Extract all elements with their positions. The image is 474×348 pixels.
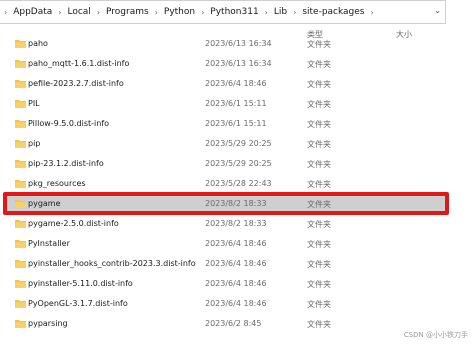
breadcrumb-item[interactable]: Local	[65, 7, 92, 17]
folder-icon	[15, 80, 26, 88]
file-date: 2023/6/4 18:46	[205, 239, 267, 248]
file-row[interactable]: PyInstaller 2023/6/4 18:46 文件夹	[0, 234, 474, 254]
file-date: 2023/5/29 20:25	[205, 139, 272, 148]
breadcrumb-item[interactable]: Lib	[272, 7, 289, 17]
file-row[interactable]: pip-23.1.2.dist-info 2023/5/29 20:25 文件夹	[0, 154, 474, 174]
file-name[interactable]: PyOpenGL-3.1.7.dist-info	[28, 299, 128, 308]
file-type: 文件夹	[307, 220, 331, 229]
file-type: 文件夹	[307, 40, 331, 49]
file-row[interactable]: paho 2023/6/13 16:34 文件夹	[0, 34, 474, 54]
folder-icon	[15, 320, 26, 328]
selection-highlight-box	[3, 192, 449, 215]
file-name[interactable]: pyinstaller_hooks_contrib-2023.3.dist-in…	[28, 259, 196, 268]
file-date: 2023/6/1 15:11	[205, 99, 267, 108]
watermark: CSDN @小小铁刀手	[403, 331, 468, 339]
file-date: 2023/6/4 18:46	[205, 299, 267, 308]
folder-icon	[15, 140, 26, 148]
file-row[interactable]: PIL 2023/6/1 15:11 文件夹	[0, 94, 474, 114]
chevron-down-icon[interactable]: ⌄	[434, 6, 441, 15]
breadcrumb-item[interactable]: site-packages	[300, 7, 366, 17]
file-name[interactable]: pip	[28, 139, 40, 148]
chevron-right-icon[interactable]: ›	[151, 8, 162, 17]
file-row[interactable]: Pillow-9.5.0.dist-info 2023/6/1 15:11 文件夹	[0, 114, 474, 134]
file-row[interactable]: pyinstaller-5.11.0.dist-info 2023/6/4 18:…	[0, 274, 474, 294]
file-row[interactable]: pip 2023/5/29 20:25 文件夹	[0, 134, 474, 154]
file-row[interactable]: PyOpenGL-3.1.7.dist-info 2023/6/4 18:46 文件…	[0, 294, 474, 314]
file-type: 文件夹	[307, 300, 331, 309]
chevron-right-icon[interactable]: ›	[54, 8, 65, 17]
file-name[interactable]: paho	[28, 39, 48, 48]
file-name[interactable]: PyInstaller	[28, 239, 70, 248]
file-type: 文件夹	[307, 120, 331, 129]
file-row[interactable]: pkg_resources 2023/5/28 22:43 文件夹	[0, 174, 474, 194]
file-row[interactable]: pyinstaller_hooks_contrib-2023.3.dist-in…	[0, 254, 474, 274]
file-date: 2023/6/13 16:34	[205, 39, 272, 48]
file-type: 文件夹	[307, 160, 331, 169]
chevron-right-icon[interactable]: ›	[93, 8, 104, 17]
file-row[interactable]: pefile-2023.2.7.dist-info 2023/6/4 18:46 文…	[0, 74, 474, 94]
file-date: 2023/8/2 18:33	[205, 219, 267, 228]
file-name[interactable]: pkg_resources	[28, 179, 86, 188]
file-date: 2023/6/2 8:45	[205, 319, 262, 328]
file-name[interactable]: pyinstaller-5.11.0.dist-info	[28, 279, 133, 288]
folder-icon	[15, 300, 26, 308]
file-type: 文件夹	[307, 180, 331, 189]
file-date: 2023/6/4 18:46	[205, 79, 267, 88]
file-type: 文件夹	[307, 320, 331, 329]
chevron-right-icon[interactable]: ›	[367, 8, 378, 17]
file-date: 2023/5/28 22:43	[205, 179, 272, 188]
folder-icon	[15, 160, 26, 168]
chevron-right-icon[interactable]: ›	[289, 8, 300, 17]
file-name[interactable]: pygame-2.5.0.dist-info	[28, 219, 119, 228]
file-type: 文件夹	[307, 140, 331, 149]
file-name[interactable]: pefile-2023.2.7.dist-info	[28, 79, 124, 88]
file-date: 2023/6/13 16:34	[205, 59, 272, 68]
chevron-right-icon[interactable]: ›	[261, 8, 272, 17]
file-name[interactable]: paho_mqtt-1.6.1.dist-info	[28, 59, 129, 68]
file-date: 2023/5/29 20:25	[205, 159, 272, 168]
file-type: 文件夹	[307, 60, 331, 69]
breadcrumb-item[interactable]: Python	[162, 7, 197, 17]
folder-icon	[15, 180, 26, 188]
chevron-right-icon[interactable]: ›	[0, 8, 11, 17]
folder-icon	[15, 120, 26, 128]
file-type: 文件夹	[307, 280, 331, 289]
folder-icon	[15, 260, 26, 268]
file-date: 2023/6/1 15:11	[205, 119, 267, 128]
address-bar[interactable]: › AppData › Local › Programs › Python › Python311…	[0, 0, 446, 24]
file-type: 文件夹	[307, 80, 331, 89]
file-name[interactable]: PIL	[28, 99, 40, 108]
file-type: 文件夹	[307, 240, 331, 249]
file-list: 类型 大小 paho 2023/6/13 16:34 文件夹 paho_mqtt-1.…	[0, 24, 474, 348]
breadcrumb-item[interactable]: Programs	[104, 7, 151, 17]
file-row[interactable]: paho_mqtt-1.6.1.dist-info 2023/6/13 16:34…	[0, 54, 474, 74]
file-row[interactable]: pygame-2.5.0.dist-info 2023/8/2 18:33 文件夹	[0, 214, 474, 234]
file-name[interactable]: Pillow-9.5.0.dist-info	[28, 119, 109, 128]
file-date: 2023/6/4 18:46	[205, 259, 267, 268]
file-type: 文件夹	[307, 260, 331, 269]
breadcrumb-item[interactable]: AppData	[11, 7, 54, 17]
folder-icon	[15, 240, 26, 248]
chevron-right-icon[interactable]: ›	[197, 8, 208, 17]
folder-icon	[15, 100, 26, 108]
file-type: 文件夹	[307, 100, 331, 109]
breadcrumb-item[interactable]: Python311	[208, 7, 260, 17]
file-date: 2023/6/4 18:46	[205, 279, 267, 288]
folder-icon	[15, 60, 26, 68]
folder-icon	[15, 40, 26, 48]
folder-icon	[15, 220, 26, 228]
file-name[interactable]: pip-23.1.2.dist-info	[28, 159, 104, 168]
folder-icon	[15, 280, 26, 288]
file-name[interactable]: pyparsing	[28, 319, 68, 328]
